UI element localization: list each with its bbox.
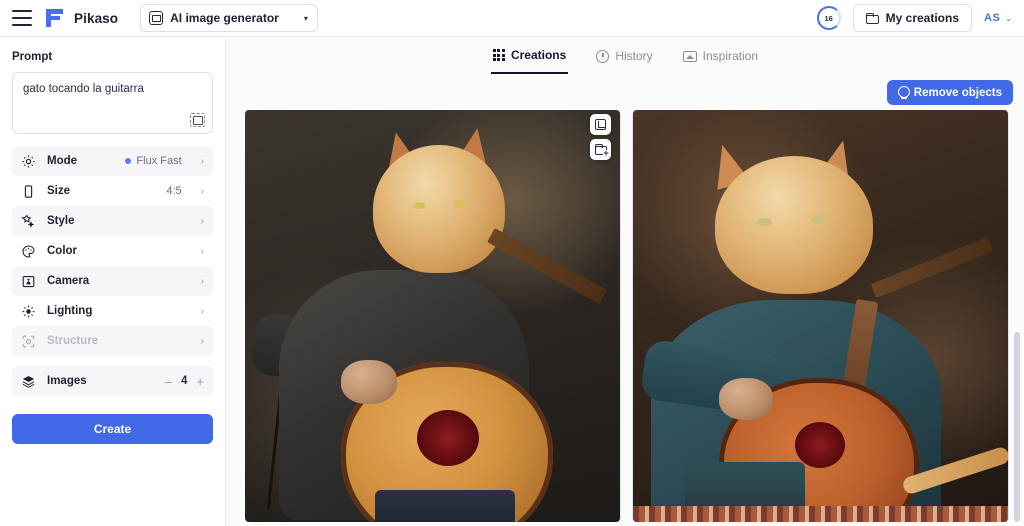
folder-icon	[865, 12, 879, 24]
add-to-folder-button[interactable]: +	[590, 139, 611, 160]
prompt-box[interactable]	[12, 72, 213, 134]
setting-row-size[interactable]: Size 4:5 ›	[12, 176, 213, 206]
setting-label: Images	[47, 375, 87, 387]
main-content: Creations History Inspiration Remove obj…	[227, 37, 1024, 526]
style-star-icon	[21, 214, 35, 228]
tool-selector-label: AI image generator	[170, 11, 279, 25]
magic-bulb-icon	[897, 86, 910, 99]
images-count-stepper: – 4 +	[165, 375, 204, 388]
setting-label: Color	[47, 245, 78, 257]
tab-inspiration[interactable]: Inspiration	[681, 44, 760, 74]
images-count-value: 4	[181, 375, 188, 387]
brand-name: Pikaso	[74, 10, 119, 26]
account-menu[interactable]: AS ⌄	[984, 12, 1012, 24]
tool-selector-dropdown[interactable]: AI image generator ▾	[140, 4, 318, 32]
chevron-right-icon: ›	[200, 335, 204, 347]
setting-value: Flux Fast	[136, 155, 182, 167]
chevron-right-icon: ›	[200, 275, 204, 287]
remove-objects-button[interactable]: Remove objects	[886, 80, 1013, 105]
setting-label: Structure	[47, 335, 99, 347]
chevron-right-icon: ›	[200, 215, 204, 227]
settings-divider	[12, 356, 213, 366]
generated-image	[245, 110, 620, 522]
setting-row-mode[interactable]: Mode Flux Fast ›	[12, 146, 213, 176]
tab-bar: Creations History Inspiration	[227, 42, 1024, 76]
images-stack-icon	[22, 375, 35, 388]
grid-icon	[492, 49, 505, 61]
my-creations-label: My creations	[885, 11, 960, 25]
top-bar: Pikaso AI image generator ▾ 16 My creati…	[0, 0, 1024, 37]
add-to-folder-icon: +	[594, 144, 609, 158]
setting-row-color[interactable]: Color ›	[12, 236, 213, 266]
lighting-sun-icon	[22, 305, 35, 317]
setting-row-style[interactable]: Style ›	[12, 206, 213, 236]
credits-badge[interactable]: 16	[816, 6, 841, 30]
increase-images-button[interactable]: +	[196, 375, 204, 388]
setting-label: Size	[47, 185, 71, 197]
clock-history-icon	[596, 49, 610, 63]
setting-label: Camera	[47, 275, 90, 287]
result-image-2[interactable]	[633, 110, 1008, 522]
setting-row-camera[interactable]: Camera ›	[12, 266, 213, 296]
inspiration-icon	[682, 50, 697, 62]
mode-gear-icon	[22, 155, 35, 167]
tab-label: Inspiration	[702, 49, 759, 63]
vertical-scrollbar[interactable]	[1014, 332, 1020, 522]
chevron-right-icon: ›	[200, 245, 204, 257]
result-image-1[interactable]: +	[245, 110, 620, 522]
chevron-right-icon: ›	[200, 185, 204, 197]
structure-icon	[22, 335, 35, 347]
my-creations-button[interactable]: My creations	[852, 4, 973, 32]
freepik-logo-icon[interactable]	[46, 9, 64, 27]
setting-row-images[interactable]: Images – 4 +	[12, 366, 213, 396]
camera-icon	[22, 275, 35, 287]
setting-label: Lighting	[47, 305, 93, 317]
prompt-input[interactable]	[23, 82, 202, 112]
tab-history[interactable]: History	[594, 44, 654, 74]
chevron-right-icon: ›	[200, 155, 204, 167]
tab-creations[interactable]: Creations	[490, 44, 569, 74]
tab-label: Creations	[510, 48, 567, 62]
chevron-down-icon: ▾	[303, 13, 308, 23]
create-button[interactable]: Create	[12, 414, 213, 444]
setting-row-lighting[interactable]: Lighting ›	[12, 296, 213, 326]
toolbar: Remove objects	[227, 76, 1024, 110]
hamburger-menu-icon[interactable]	[12, 10, 32, 26]
image-generator-icon	[149, 11, 164, 25]
avatar: AS	[984, 12, 1001, 24]
setting-row-structure[interactable]: Structure ›	[12, 326, 213, 356]
setting-value: 4:5	[166, 185, 182, 197]
size-frame-icon	[24, 184, 33, 198]
prompt-label: Prompt	[12, 51, 53, 63]
expand-image-button[interactable]	[590, 114, 611, 135]
chevron-down-icon: ⌄	[1005, 13, 1012, 23]
tab-label: History	[615, 49, 653, 63]
top-bar-right: 16 My creations AS ⌄	[816, 4, 1024, 32]
image-overlay-actions: +	[590, 114, 611, 160]
expand-image-icon	[595, 119, 606, 130]
setting-label: Mode	[47, 155, 78, 167]
setting-label: Style	[47, 215, 75, 227]
setting-value-wrap: Flux Fast	[125, 155, 182, 167]
decrease-images-button[interactable]: –	[165, 375, 172, 388]
color-palette-icon	[22, 244, 35, 258]
sidebar: Prompt Mode Flux Fast › Size 4:5 ›	[0, 37, 226, 526]
generation-settings: Mode Flux Fast › Size 4:5 › Style › Colo…	[12, 146, 213, 396]
results-canvas: +	[245, 110, 1015, 522]
generated-image	[633, 110, 1008, 522]
mode-status-dot	[125, 158, 132, 164]
remove-objects-label: Remove objects	[913, 86, 1002, 99]
chevron-right-icon: ›	[200, 305, 204, 317]
add-reference-image-icon[interactable]	[190, 113, 205, 127]
